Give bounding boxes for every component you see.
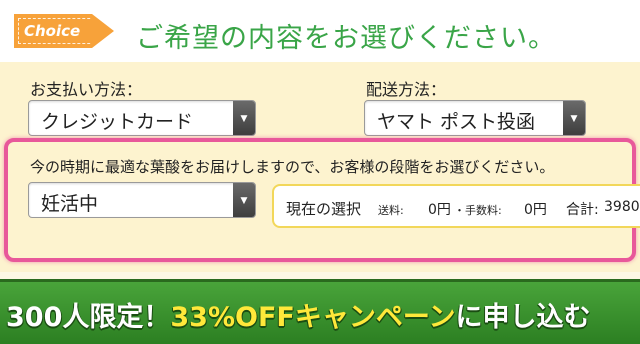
summary-shipping-label: 送料: <box>378 204 404 217</box>
page-heading: ご希望の内容をお選びください。 <box>136 23 556 54</box>
payment-method-label: お支払い方法： <box>30 80 143 99</box>
payment-method-value: クレジットカード <box>41 111 194 133</box>
selection-summary: 現在の選択 送料: 0円 ・手数料: 0円 合計: 3980 <box>272 184 640 228</box>
campaign-apply-text: に申し込む <box>455 302 591 333</box>
stage-value: 妊活中 <box>41 193 99 215</box>
campaign-limit-text: 300人限定！ <box>6 302 171 333</box>
payment-method-select[interactable]: クレジットカード ▼ <box>28 100 256 136</box>
summary-title: 現在の選択 <box>286 200 362 218</box>
summary-shipping-value: 0円 <box>428 202 451 218</box>
summary-total-label: 合計: <box>566 202 599 218</box>
stage-instruction: 今の時期に最適な葉酸をお届けしますので、お客様の段階をお選びください。 <box>30 158 555 176</box>
chevron-down-icon: ▼ <box>233 183 255 217</box>
shipping-method-label: 配送方法： <box>366 80 447 99</box>
campaign-button-text: 300人限定！33%OFFキャンペーンに申し込む <box>6 295 591 334</box>
campaign-apply-button[interactable]: 300人限定！33%OFFキャンペーンに申し込む <box>0 279 640 344</box>
shipping-method-select[interactable]: ヤマト ポスト投函 ▼ <box>364 100 586 136</box>
summary-fee-label: ・手数料: <box>454 204 502 217</box>
stage-select[interactable]: 妊活中 ▼ <box>28 182 256 218</box>
shipping-method-value: ヤマト ポスト投函 <box>377 111 536 133</box>
chevron-down-icon: ▼ <box>233 101 255 135</box>
summary-fee-value: 0円 <box>524 202 547 218</box>
chevron-down-icon: ▼ <box>563 101 585 135</box>
summary-total-value: 3980 <box>604 199 640 215</box>
campaign-discount-text: 33%OFFキャンペーン <box>170 302 456 333</box>
